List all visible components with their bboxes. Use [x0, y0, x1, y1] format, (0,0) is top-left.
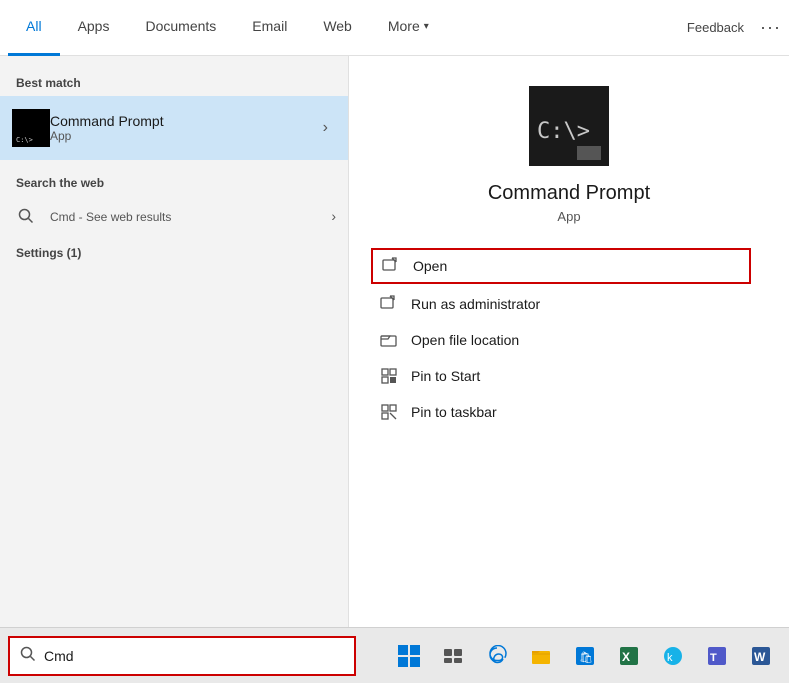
top-nav: All Apps Documents Email Web More ▾ Feed…: [0, 0, 789, 56]
kodi-icon: k: [662, 645, 684, 667]
run-admin-label: Run as administrator: [411, 296, 540, 312]
web-section-label: Search the web: [0, 168, 348, 194]
file-location-label: Open file location: [411, 332, 519, 348]
taskbar-store[interactable]: 🛍: [565, 636, 605, 676]
best-match-title: Command Prompt: [50, 113, 315, 129]
tab-email[interactable]: Email: [234, 0, 305, 56]
windows-icon: [398, 645, 420, 667]
tab-apps[interactable]: Apps: [60, 0, 128, 56]
task-view-icon: [442, 645, 464, 667]
open-icon: [381, 256, 401, 276]
taskbar-explorer[interactable]: [521, 636, 561, 676]
admin-icon: [379, 294, 399, 314]
run-admin-action-item[interactable]: Run as administrator: [379, 286, 759, 322]
pin-start-label: Pin to Start: [411, 368, 480, 384]
svg-text:T: T: [710, 652, 717, 664]
settings-section-label: Settings (1): [0, 238, 348, 264]
search-box-icon: [20, 646, 36, 666]
left-panel: Best match Command Prompt App › Search t…: [0, 56, 348, 627]
feedback-button[interactable]: Feedback: [687, 20, 744, 35]
tab-more[interactable]: More ▾: [370, 0, 447, 56]
main-layout: Best match Command Prompt App › Search t…: [0, 56, 789, 627]
web-search-icon: [12, 202, 40, 230]
pin-taskbar-label: Pin to taskbar: [411, 404, 497, 420]
taskbar-excel[interactable]: X: [609, 636, 649, 676]
svg-text:X: X: [622, 650, 630, 664]
taskbar-windows-button[interactable]: [389, 636, 429, 676]
taskbar-edge[interactable]: [477, 636, 517, 676]
pin-taskbar-icon: [379, 402, 399, 422]
folder-icon: [379, 330, 399, 350]
open-label: Open: [413, 258, 447, 274]
excel-icon: X: [618, 645, 640, 667]
pin-start-icon: [379, 366, 399, 386]
explorer-icon: [530, 645, 552, 667]
pin-taskbar-action-item[interactable]: Pin to taskbar: [379, 394, 759, 430]
teams-icon: T: [706, 645, 728, 667]
tab-web[interactable]: Web: [305, 0, 370, 56]
web-search-item[interactable]: Cmd - See web results ›: [0, 194, 348, 238]
search-box[interactable]: Cmd: [8, 636, 356, 676]
tab-all[interactable]: All: [8, 0, 60, 56]
svg-text:🛍: 🛍: [579, 651, 593, 664]
chevron-down-icon: ▾: [424, 21, 429, 32]
app-type-label: App: [557, 209, 580, 224]
app-icon-large: C:\>: [529, 86, 609, 166]
best-match-label: Best match: [0, 68, 348, 96]
best-match-text: Command Prompt App: [50, 113, 315, 143]
app-title-large: Command Prompt: [488, 182, 650, 205]
taskbar-task-view[interactable]: [433, 636, 473, 676]
web-search-text: Cmd - See web results: [50, 209, 171, 224]
taskbar-word[interactable]: W: [741, 636, 781, 676]
taskbar-kodi[interactable]: k: [653, 636, 693, 676]
svg-text:C:\>: C:\>: [537, 119, 590, 144]
taskbar-icons: 🛍 X k T W: [389, 636, 789, 676]
file-location-action-item[interactable]: Open file location: [379, 322, 759, 358]
best-match-subtitle: App: [50, 129, 315, 143]
open-action-item[interactable]: Open: [371, 248, 751, 284]
store-icon: 🛍: [574, 645, 596, 667]
edge-icon: [486, 645, 508, 667]
best-match-arrow-icon: ›: [315, 111, 336, 145]
best-match-item[interactable]: Command Prompt App ›: [0, 96, 348, 160]
taskbar: Cmd: [0, 627, 789, 683]
search-box-text: Cmd: [44, 648, 74, 664]
word-icon: W: [750, 645, 772, 667]
web-search-arrow-icon: ›: [331, 208, 336, 224]
svg-text:W: W: [754, 650, 766, 664]
svg-text:k: k: [667, 652, 673, 664]
right-panel: C:\> Command Prompt App Open: [348, 56, 789, 627]
cmd-app-icon: [12, 109, 50, 147]
taskbar-teams[interactable]: T: [697, 636, 737, 676]
nav-right: Feedback ···: [687, 17, 781, 38]
pin-start-action-item[interactable]: Pin to Start: [379, 358, 759, 394]
tab-documents[interactable]: Documents: [127, 0, 234, 56]
more-options-button[interactable]: ···: [760, 17, 781, 38]
